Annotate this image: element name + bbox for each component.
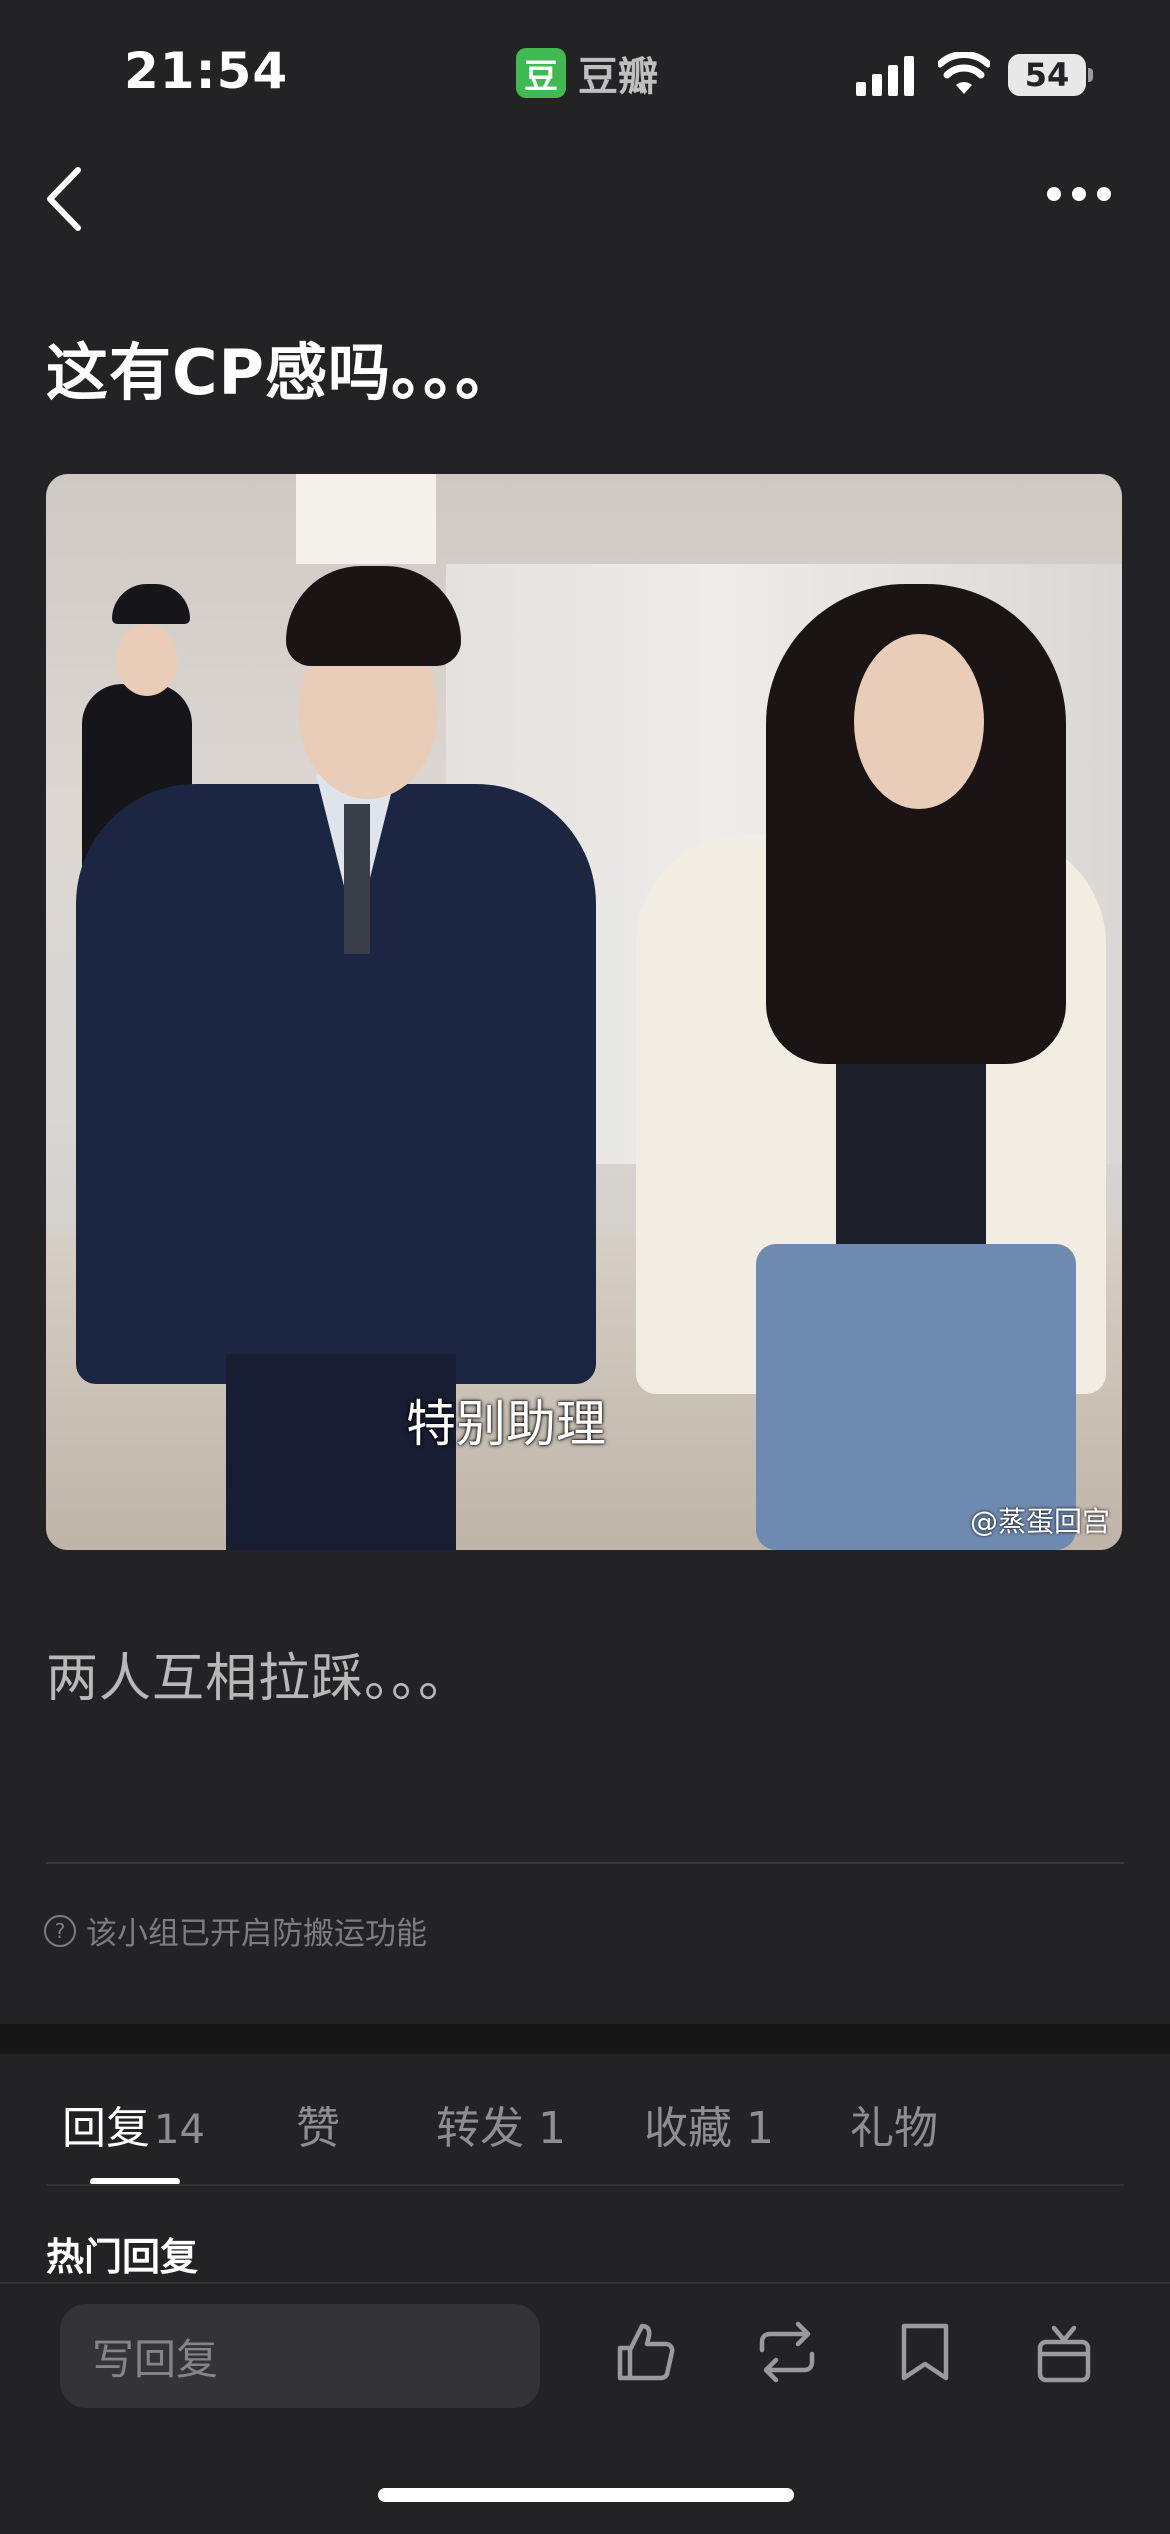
post-title: 这有CP感吗。。。 <box>46 336 518 409</box>
cellular-signal-icon <box>856 56 914 96</box>
image-guard-cap <box>112 584 190 624</box>
anti-copy-notice[interactable]: ? 该小组已开启防搬运功能 <box>44 1908 427 1953</box>
app-name: 豆瓣 <box>578 54 658 100</box>
image-man-tie <box>344 804 370 954</box>
post-image[interactable]: 特别助理 @蒸蛋回宫 <box>46 474 1122 1550</box>
image-ceiling-light <box>296 474 436 564</box>
divider <box>46 1862 1124 1864</box>
question-circle-icon: ? <box>44 1914 76 1947</box>
reply-input[interactable]: 写回复 <box>60 2304 540 2408</box>
section-separator <box>0 2024 1170 2054</box>
hot-replies-heading: 热门回复 <box>46 2235 199 2279</box>
bookmark-icon[interactable] <box>898 2320 952 2384</box>
battery-indicator: 54 <box>1008 54 1086 96</box>
divider <box>46 2184 1124 2186</box>
wifi-icon <box>938 52 990 94</box>
image-subtitle-text: 特别助理 <box>406 1395 606 1453</box>
gift-icon[interactable] <box>1034 2320 1094 2384</box>
anti-copy-notice-text: 该小组已开启防搬运功能 <box>86 1916 427 1952</box>
image-woman-face <box>854 634 984 809</box>
app-badge: 豆 豆瓣 <box>516 44 658 102</box>
post-body-text: 两人互相拉踩。。。 <box>46 1649 472 1709</box>
back-chevron-icon[interactable] <box>44 166 84 232</box>
status-time: 21:54 <box>124 42 289 100</box>
tab-replies-label: 回复 <box>62 2103 150 2154</box>
battery-cap <box>1088 68 1093 82</box>
repost-icon[interactable] <box>752 2320 822 2384</box>
image-man-hair <box>286 566 461 666</box>
tab-replies-count: 14 <box>154 2107 205 2153</box>
tab-collections[interactable]: 收藏 1 <box>644 2092 774 2156</box>
tab-reposts[interactable]: 转发 1 <box>436 2092 566 2156</box>
image-guard-face <box>116 624 178 696</box>
home-indicator <box>378 2488 794 2502</box>
thumbs-up-icon[interactable] <box>614 2320 678 2384</box>
tab-replies[interactable]: 回复 14 <box>62 2092 205 2156</box>
tab-likes[interactable]: 赞 <box>296 2092 340 2156</box>
douban-logo-icon: 豆 <box>516 48 566 98</box>
image-watermark: @蒸蛋回宫 <box>969 1505 1110 1538</box>
image-man-suit <box>76 784 596 1384</box>
tab-gifts[interactable]: 礼物 <box>850 2092 938 2156</box>
more-dots-icon[interactable] <box>1046 186 1112 202</box>
